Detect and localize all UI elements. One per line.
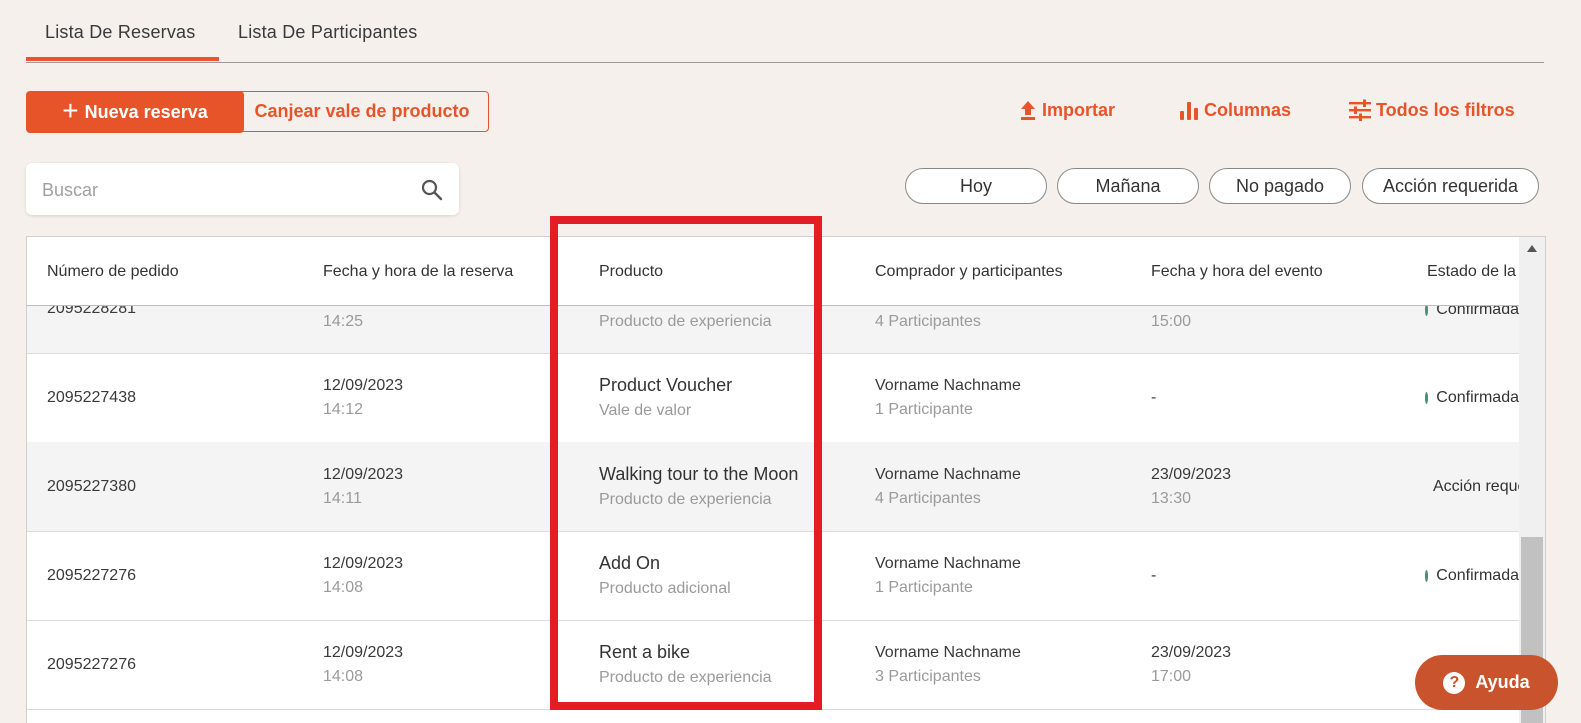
booking-time: 14:08 <box>323 668 364 685</box>
event-date: - <box>1151 389 1157 406</box>
table-header: Número de pedido Fecha y hora de la rese… <box>27 237 1519 306</box>
booking-date: 12/09/2023 <box>323 466 404 483</box>
order-number: 2095227276 <box>47 656 136 673</box>
plus-icon: + <box>62 94 79 126</box>
bookings-table: Número de pedido Fecha y hora de la rese… <box>26 236 1546 723</box>
status-dot <box>1425 392 1429 404</box>
participants: 1 Participante <box>875 579 973 596</box>
table-row[interactable]: 2095227276 12/09/2023 14:08 Add On Produ… <box>27 531 1519 621</box>
all-filters-button[interactable]: Todos los filtros <box>1348 99 1515 121</box>
bar-chart-icon <box>1180 102 1198 120</box>
table-row[interactable]: 2095227438 12/09/2023 14:12 Product Vouc… <box>27 353 1519 443</box>
header-event-datetime[interactable]: Fecha y hora del evento <box>1151 263 1323 281</box>
columns-button[interactable]: Columnas <box>1178 99 1291 121</box>
header-status[interactable]: Estado de la <box>1427 263 1519 281</box>
filter-chip-unpaid[interactable]: No pagado <box>1209 168 1351 204</box>
table-row[interactable]: 2095227380 12/09/2023 14:11 Walking tour… <box>27 442 1519 532</box>
product-type: Vale de valor <box>599 402 692 419</box>
header-booking-datetime[interactable]: Fecha y hora de la reserva <box>323 263 513 281</box>
event-time: 13:30 <box>1151 490 1192 507</box>
header-order-number[interactable]: Número de pedido <box>47 263 179 281</box>
sliders-icon <box>1349 99 1371 121</box>
status: Confirmada <box>1425 567 1519 585</box>
search-input[interactable] <box>40 176 414 204</box>
scroll-up-arrow-icon[interactable] <box>1527 245 1537 252</box>
buyer-name: Vorname Nachname <box>875 466 1021 483</box>
status-dot <box>1425 570 1429 582</box>
booking-date: 12/09/2023 <box>323 555 404 572</box>
tab-participant-list[interactable]: Lista De Participantes <box>238 22 418 43</box>
order-number: 2095227276 <box>47 567 136 584</box>
new-booking-button[interactable]: + Nueva reserva <box>26 91 244 133</box>
filter-chip-today[interactable]: Hoy <box>905 168 1047 204</box>
help-button[interactable]: ? Ayuda <box>1415 655 1558 710</box>
new-booking-label: Nueva reserva <box>84 101 208 122</box>
booking-time: 14:08 <box>323 579 364 596</box>
buyer-name: Vorname Nachname <box>875 644 1021 661</box>
product-name: Product Voucher <box>599 375 733 395</box>
table-row[interactable]: 2095227276 12/09/2023 14:08 Rent a bike … <box>27 620 1519 710</box>
booking-date: 12/09/2023 <box>323 644 404 661</box>
tab-booking-list[interactable]: Lista De Reservas <box>45 22 195 43</box>
status: Acción requerida <box>1425 478 1519 496</box>
help-label: Ayuda <box>1475 672 1530 692</box>
booking-time: 14:11 <box>323 490 362 507</box>
search-icon[interactable] <box>420 178 444 202</box>
header-product[interactable]: Producto <box>599 263 663 281</box>
upload-icon <box>1021 101 1035 120</box>
product-type: Producto de experiencia <box>599 491 772 508</box>
product-type: Producto de experiencia <box>599 669 772 686</box>
status-label: Confirmada <box>1436 567 1519 584</box>
order-number: 2095227438 <box>47 389 136 406</box>
event-time: 15:00 <box>1151 313 1192 330</box>
question-mark-icon: ? <box>1443 671 1466 694</box>
order-number: 2095227380 <box>47 478 136 495</box>
product-type: Producto de experiencia <box>599 313 772 330</box>
table-scrollbar[interactable] <box>1519 237 1545 723</box>
event-time: 17:00 <box>1151 668 1192 685</box>
status: Confirmada <box>1425 389 1519 407</box>
redeem-voucher-button[interactable]: Canjear vale de producto <box>235 91 489 132</box>
event-date: 23/09/2023 <box>1151 644 1232 661</box>
filter-chip-action-required[interactable]: Acción requerida <box>1362 168 1539 204</box>
product-name: Add On <box>599 553 661 573</box>
participants: 3 Participantes <box>875 668 981 685</box>
import-label: Importar <box>1042 99 1116 120</box>
all-filters-label: Todos los filtros <box>1376 99 1515 120</box>
search-box <box>26 163 459 215</box>
participants: 4 Participantes <box>875 313 981 330</box>
event-date: - <box>1151 567 1157 584</box>
booking-time: 14:12 <box>323 401 364 418</box>
tab-bar: Lista De Reservas Lista De Participantes <box>26 0 1544 63</box>
participants: 4 Participantes <box>875 490 981 507</box>
product-type: Producto adicional <box>599 580 731 597</box>
columns-label: Columnas <box>1204 99 1292 120</box>
booking-date: 12/09/2023 <box>323 377 404 394</box>
buyer-name: Vorname Nachname <box>875 377 1021 394</box>
status-label: Confirmada <box>1436 389 1519 406</box>
product-name: Rent a bike <box>599 642 691 662</box>
active-tab-indicator <box>26 57 219 61</box>
event-date: 23/09/2023 <box>1151 466 1232 483</box>
status-label: Acción requerida <box>1433 478 1519 495</box>
header-buyer[interactable]: Comprador y participantes <box>875 263 1063 281</box>
booking-time: 14:25 <box>323 313 364 330</box>
import-button[interactable]: Importar <box>1018 99 1115 121</box>
product-name: Walking tour to the Moon <box>599 464 799 484</box>
participants: 1 Participante <box>875 401 973 418</box>
buyer-name: Vorname Nachname <box>875 555 1021 572</box>
filter-chip-tomorrow[interactable]: Mañana <box>1057 168 1199 204</box>
